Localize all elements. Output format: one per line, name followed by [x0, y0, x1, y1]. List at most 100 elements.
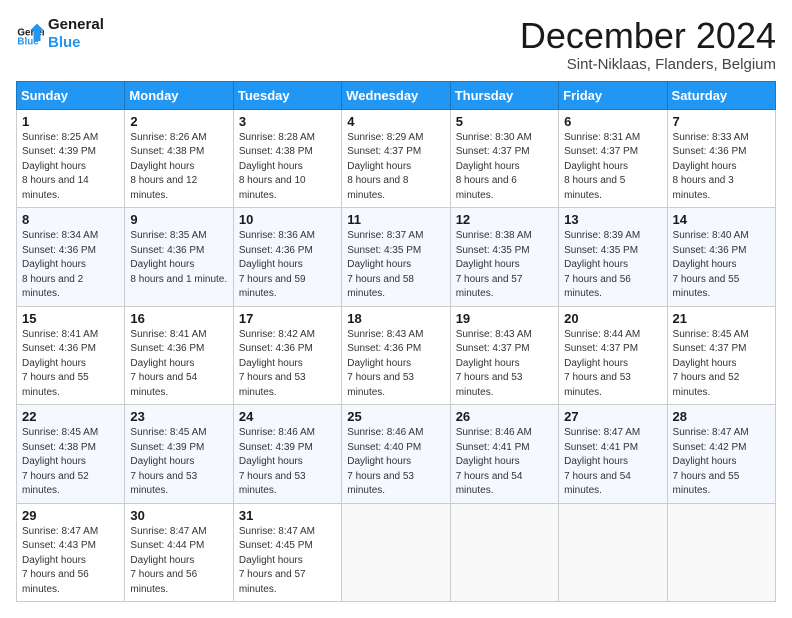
- day-number: 21: [673, 311, 770, 326]
- cell-content: Sunrise: 8:29 AM Sunset: 4:37 PM Dayligh…: [347, 131, 444, 204]
- location-title: Sint-Niklaas, Flanders, Belgium: [520, 56, 776, 73]
- calendar-cell: 14 Sunrise: 8:40 AM Sunset: 4:36 PM Dayl…: [667, 208, 775, 307]
- day-number: 31: [239, 508, 336, 523]
- cell-content: Sunrise: 8:38 AM Sunset: 4:35 PM Dayligh…: [456, 229, 553, 302]
- cell-content: Sunrise: 8:44 AM Sunset: 4:37 PM Dayligh…: [564, 328, 661, 401]
- calendar-cell: 11 Sunrise: 8:37 AM Sunset: 4:35 PM Dayl…: [342, 208, 450, 307]
- calendar-cell: [667, 503, 775, 602]
- day-number: 18: [347, 311, 444, 326]
- day-number: 8: [22, 212, 119, 227]
- day-number: 29: [22, 508, 119, 523]
- calendar-cell: [450, 503, 558, 602]
- calendar-cell: 9 Sunrise: 8:35 AM Sunset: 4:36 PM Dayli…: [125, 208, 233, 307]
- cell-content: Sunrise: 8:47 AM Sunset: 4:45 PM Dayligh…: [239, 525, 336, 598]
- calendar-cell: 25 Sunrise: 8:46 AM Sunset: 4:40 PM Dayl…: [342, 405, 450, 504]
- calendar-week-row: 8 Sunrise: 8:34 AM Sunset: 4:36 PM Dayli…: [17, 208, 776, 307]
- cell-content: Sunrise: 8:47 AM Sunset: 4:41 PM Dayligh…: [564, 426, 661, 499]
- calendar-cell: 5 Sunrise: 8:30 AM Sunset: 4:37 PM Dayli…: [450, 109, 558, 208]
- calendar-cell: 31 Sunrise: 8:47 AM Sunset: 4:45 PM Dayl…: [233, 503, 341, 602]
- cell-content: Sunrise: 8:43 AM Sunset: 4:36 PM Dayligh…: [347, 328, 444, 401]
- calendar-header-row: SundayMondayTuesdayWednesdayThursdayFrid…: [17, 81, 776, 109]
- day-number: 17: [239, 311, 336, 326]
- logo-blue-text: Blue: [48, 34, 104, 52]
- calendar-cell: 21 Sunrise: 8:45 AM Sunset: 4:37 PM Dayl…: [667, 306, 775, 405]
- header-wednesday: Wednesday: [342, 81, 450, 109]
- cell-content: Sunrise: 8:28 AM Sunset: 4:38 PM Dayligh…: [239, 131, 336, 204]
- calendar-cell: 29 Sunrise: 8:47 AM Sunset: 4:43 PM Dayl…: [17, 503, 125, 602]
- cell-content: Sunrise: 8:37 AM Sunset: 4:35 PM Dayligh…: [347, 229, 444, 302]
- calendar-cell: 2 Sunrise: 8:26 AM Sunset: 4:38 PM Dayli…: [125, 109, 233, 208]
- cell-content: Sunrise: 8:26 AM Sunset: 4:38 PM Dayligh…: [130, 131, 227, 204]
- calendar-cell: [342, 503, 450, 602]
- calendar-cell: 22 Sunrise: 8:45 AM Sunset: 4:38 PM Dayl…: [17, 405, 125, 504]
- calendar-cell: 20 Sunrise: 8:44 AM Sunset: 4:37 PM Dayl…: [559, 306, 667, 405]
- calendar-cell: 30 Sunrise: 8:47 AM Sunset: 4:44 PM Dayl…: [125, 503, 233, 602]
- day-number: 26: [456, 409, 553, 424]
- calendar-cell: 13 Sunrise: 8:39 AM Sunset: 4:35 PM Dayl…: [559, 208, 667, 307]
- cell-content: Sunrise: 8:41 AM Sunset: 4:36 PM Dayligh…: [22, 328, 119, 401]
- day-number: 28: [673, 409, 770, 424]
- header-friday: Friday: [559, 81, 667, 109]
- cell-content: Sunrise: 8:35 AM Sunset: 4:36 PM Dayligh…: [130, 229, 227, 287]
- logo: General Blue General Blue: [16, 16, 104, 52]
- day-number: 5: [456, 114, 553, 129]
- day-number: 11: [347, 212, 444, 227]
- calendar-cell: 10 Sunrise: 8:36 AM Sunset: 4:36 PM Dayl…: [233, 208, 341, 307]
- calendar-cell: 27 Sunrise: 8:47 AM Sunset: 4:41 PM Dayl…: [559, 405, 667, 504]
- calendar-cell: 19 Sunrise: 8:43 AM Sunset: 4:37 PM Dayl…: [450, 306, 558, 405]
- cell-content: Sunrise: 8:39 AM Sunset: 4:35 PM Dayligh…: [564, 229, 661, 302]
- calendar-cell: 16 Sunrise: 8:41 AM Sunset: 4:36 PM Dayl…: [125, 306, 233, 405]
- header-tuesday: Tuesday: [233, 81, 341, 109]
- cell-content: Sunrise: 8:46 AM Sunset: 4:39 PM Dayligh…: [239, 426, 336, 499]
- cell-content: Sunrise: 8:47 AM Sunset: 4:42 PM Dayligh…: [673, 426, 770, 499]
- cell-content: Sunrise: 8:42 AM Sunset: 4:36 PM Dayligh…: [239, 328, 336, 401]
- day-number: 7: [673, 114, 770, 129]
- day-number: 27: [564, 409, 661, 424]
- day-number: 15: [22, 311, 119, 326]
- cell-content: Sunrise: 8:47 AM Sunset: 4:43 PM Dayligh…: [22, 525, 119, 598]
- day-number: 9: [130, 212, 227, 227]
- header-sunday: Sunday: [17, 81, 125, 109]
- cell-content: Sunrise: 8:30 AM Sunset: 4:37 PM Dayligh…: [456, 131, 553, 204]
- cell-content: Sunrise: 8:43 AM Sunset: 4:37 PM Dayligh…: [456, 328, 553, 401]
- day-number: 30: [130, 508, 227, 523]
- day-number: 6: [564, 114, 661, 129]
- calendar-table: SundayMondayTuesdayWednesdayThursdayFrid…: [16, 81, 776, 603]
- day-number: 19: [456, 311, 553, 326]
- title-block: December 2024 Sint-Niklaas, Flanders, Be…: [520, 16, 776, 73]
- calendar-cell: 24 Sunrise: 8:46 AM Sunset: 4:39 PM Dayl…: [233, 405, 341, 504]
- calendar-cell: 28 Sunrise: 8:47 AM Sunset: 4:42 PM Dayl…: [667, 405, 775, 504]
- day-number: 23: [130, 409, 227, 424]
- day-number: 22: [22, 409, 119, 424]
- calendar-cell: 12 Sunrise: 8:38 AM Sunset: 4:35 PM Dayl…: [450, 208, 558, 307]
- day-number: 25: [347, 409, 444, 424]
- header-monday: Monday: [125, 81, 233, 109]
- cell-content: Sunrise: 8:25 AM Sunset: 4:39 PM Dayligh…: [22, 131, 119, 204]
- cell-content: Sunrise: 8:45 AM Sunset: 4:38 PM Dayligh…: [22, 426, 119, 499]
- cell-content: Sunrise: 8:45 AM Sunset: 4:37 PM Dayligh…: [673, 328, 770, 401]
- cell-content: Sunrise: 8:46 AM Sunset: 4:41 PM Dayligh…: [456, 426, 553, 499]
- day-number: 20: [564, 311, 661, 326]
- day-number: 3: [239, 114, 336, 129]
- month-title: December 2024: [520, 16, 776, 56]
- logo-icon: General Blue: [16, 20, 44, 48]
- calendar-week-row: 29 Sunrise: 8:47 AM Sunset: 4:43 PM Dayl…: [17, 503, 776, 602]
- day-number: 13: [564, 212, 661, 227]
- calendar-cell: [559, 503, 667, 602]
- header-saturday: Saturday: [667, 81, 775, 109]
- day-number: 14: [673, 212, 770, 227]
- calendar-week-row: 1 Sunrise: 8:25 AM Sunset: 4:39 PM Dayli…: [17, 109, 776, 208]
- header-thursday: Thursday: [450, 81, 558, 109]
- cell-content: Sunrise: 8:47 AM Sunset: 4:44 PM Dayligh…: [130, 525, 227, 598]
- day-number: 12: [456, 212, 553, 227]
- calendar-cell: 26 Sunrise: 8:46 AM Sunset: 4:41 PM Dayl…: [450, 405, 558, 504]
- cell-content: Sunrise: 8:46 AM Sunset: 4:40 PM Dayligh…: [347, 426, 444, 499]
- day-number: 2: [130, 114, 227, 129]
- cell-content: Sunrise: 8:40 AM Sunset: 4:36 PM Dayligh…: [673, 229, 770, 302]
- calendar-cell: 4 Sunrise: 8:29 AM Sunset: 4:37 PM Dayli…: [342, 109, 450, 208]
- calendar-cell: 18 Sunrise: 8:43 AM Sunset: 4:36 PM Dayl…: [342, 306, 450, 405]
- calendar-cell: 7 Sunrise: 8:33 AM Sunset: 4:36 PM Dayli…: [667, 109, 775, 208]
- calendar-cell: 17 Sunrise: 8:42 AM Sunset: 4:36 PM Dayl…: [233, 306, 341, 405]
- cell-content: Sunrise: 8:45 AM Sunset: 4:39 PM Dayligh…: [130, 426, 227, 499]
- calendar-cell: 6 Sunrise: 8:31 AM Sunset: 4:37 PM Dayli…: [559, 109, 667, 208]
